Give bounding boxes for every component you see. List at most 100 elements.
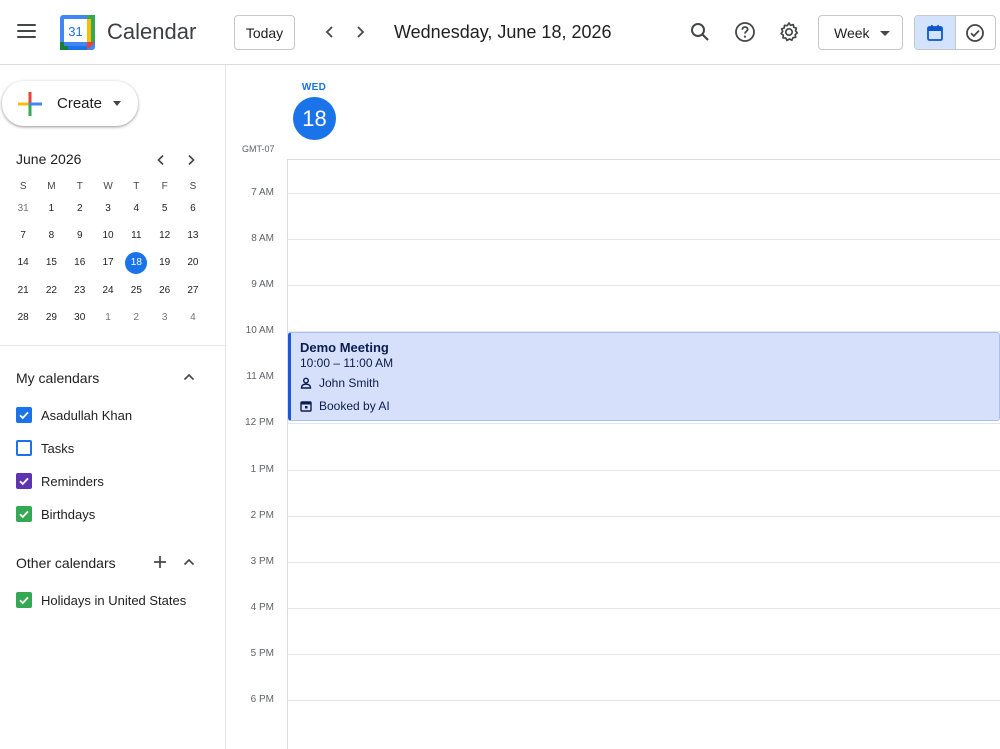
mini-day[interactable]: 17 <box>94 249 122 276</box>
tasks-view-toggle[interactable] <box>954 16 995 49</box>
view-selector[interactable]: Week <box>818 15 903 50</box>
hour-gridline <box>287 516 1000 517</box>
calendar-item-holidays[interactable]: Holidays in United States <box>16 590 186 610</box>
mini-day[interactable]: 22 <box>37 277 65 304</box>
calendar-item-tasks[interactable]: Tasks <box>16 438 74 458</box>
checkbox-unchecked[interactable] <box>16 440 32 456</box>
mini-day[interactable]: 23 <box>66 277 94 304</box>
event-booking-text: Booked by AI <box>319 399 390 413</box>
settings-icon[interactable] <box>775 18 803 46</box>
event-attendee-name: John Smith <box>319 376 380 390</box>
mini-day[interactable]: 4 <box>122 195 150 222</box>
calendar-item-label: Birthdays <box>41 506 96 522</box>
event-demo-meeting[interactable]: Demo Meeting 10:00 – 11:00 AM John Smith… <box>288 332 1000 421</box>
mini-day[interactable]: 3 <box>150 304 178 331</box>
hour-label: 4 PM <box>250 602 274 613</box>
help-icon[interactable] <box>731 18 759 46</box>
checkbox-checked[interactable] <box>16 592 32 608</box>
search-icon[interactable] <box>686 18 714 46</box>
timezone-label: GMT-07 <box>242 144 275 154</box>
mini-day[interactable]: 20 <box>179 249 207 276</box>
hour-gridline <box>287 470 1000 471</box>
mini-day[interactable]: 12 <box>150 222 178 249</box>
add-other-calendar-button[interactable] <box>152 554 168 570</box>
next-period-button[interactable] <box>347 19 373 45</box>
mini-day[interactable]: 10 <box>94 222 122 249</box>
mini-day[interactable]: 31 <box>9 195 37 222</box>
day-view: WED 18 GMT-07 7 AM 8 AM 9 AM 10 AM 11 AM… <box>226 65 1000 749</box>
chevron-right-icon <box>357 26 365 38</box>
hour-gridline <box>287 562 1000 563</box>
mini-day[interactable]: 14 <box>9 249 37 276</box>
hour-label: 7 AM <box>251 187 274 198</box>
selected-day-marker: 18 <box>125 251 148 274</box>
mini-day[interactable]: 28 <box>9 304 37 331</box>
sidebar-divider <box>0 345 226 346</box>
weekday-header: T <box>76 180 83 192</box>
today-button[interactable]: Today <box>234 15 295 50</box>
calendar-item-label: Tasks <box>41 440 75 456</box>
check-icon <box>19 477 29 486</box>
checkbox-checked[interactable] <box>16 473 32 489</box>
checkbox-checked[interactable] <box>16 407 32 423</box>
hour-label: 9 AM <box>251 279 274 290</box>
event-time: 10:00 – 11:00 AM <box>300 356 394 370</box>
mini-day[interactable]: 4 <box>179 304 207 331</box>
mini-day[interactable]: 24 <box>94 277 122 304</box>
mini-day[interactable]: 1 <box>37 195 65 222</box>
mini-day[interactable]: 16 <box>66 249 94 276</box>
mini-prev-month-button[interactable] <box>151 150 171 170</box>
mini-day[interactable]: 29 <box>37 304 65 331</box>
event-attendee: John Smith <box>300 375 379 391</box>
hour-gridline <box>287 654 1000 655</box>
mini-day[interactable]: 2 <box>66 195 94 222</box>
mini-next-month-button[interactable] <box>181 150 201 170</box>
calendar-item-reminders[interactable]: Reminders <box>16 471 104 491</box>
hour-gridline <box>287 608 1000 609</box>
create-button[interactable]: Create <box>2 81 138 126</box>
check-icon <box>19 596 29 605</box>
view-toggle-group <box>914 15 996 50</box>
mini-day[interactable]: 30 <box>66 304 94 331</box>
mini-day[interactable]: 25 <box>122 277 150 304</box>
weekday-header: T <box>133 180 140 192</box>
calendar-item-asadullah-khan[interactable]: Asadullah Khan <box>16 405 132 425</box>
sidebar: Create June 2026 S M T W T F S 31 1 2 3 … <box>0 65 226 749</box>
mini-calendar-title: June 2026 <box>16 151 82 167</box>
mini-day[interactable]: 8 <box>37 222 65 249</box>
mini-day[interactable]: 13 <box>179 222 207 249</box>
mini-day[interactable]: 6 <box>179 195 207 222</box>
chevron-up-icon <box>183 373 195 381</box>
mini-day[interactable]: 5 <box>150 195 178 222</box>
mini-day[interactable]: 1 <box>94 304 122 331</box>
checkbox-checked[interactable] <box>16 506 32 522</box>
mini-day[interactable]: 15 <box>37 249 65 276</box>
mini-day[interactable]: 7 <box>9 222 37 249</box>
collapse-my-calendars-button[interactable] <box>181 369 197 385</box>
menu-icon[interactable] <box>12 17 40 45</box>
prev-period-button[interactable] <box>317 19 343 45</box>
mini-day[interactable]: 11 <box>122 222 150 249</box>
calendar-view-toggle[interactable] <box>915 16 955 49</box>
mini-day[interactable]: 3 <box>94 195 122 222</box>
mini-day[interactable]: 27 <box>179 277 207 304</box>
mini-day[interactable]: 19 <box>150 249 178 276</box>
hour-label: 2 PM <box>250 510 274 521</box>
my-calendars-title[interactable]: My calendars <box>16 370 99 386</box>
calendar-item-birthdays[interactable]: Birthdays <box>16 504 95 524</box>
mini-day[interactable]: 2 <box>122 304 150 331</box>
hour-label: 12 PM <box>245 417 274 428</box>
svg-text:31: 31 <box>68 24 82 39</box>
day-number-button[interactable]: 18 <box>293 97 336 140</box>
hour-label: 1 PM <box>250 464 274 475</box>
mini-day[interactable]: 21 <box>9 277 37 304</box>
mini-day[interactable]: 9 <box>66 222 94 249</box>
calendar-logo[interactable]: 31 <box>60 15 95 50</box>
mini-calendar-grid: S M T W T F S 31 1 2 3 4 5 6 7 8 9 10 11… <box>9 177 207 331</box>
collapse-other-calendars-button[interactable] <box>181 554 197 570</box>
mini-day[interactable]: 26 <box>150 277 178 304</box>
other-calendars-title[interactable]: Other calendars <box>16 555 116 571</box>
chevron-up-icon <box>183 558 195 566</box>
mini-day-selected[interactable]: 18 <box>122 249 150 276</box>
hour-label: 10 AM <box>245 325 274 336</box>
